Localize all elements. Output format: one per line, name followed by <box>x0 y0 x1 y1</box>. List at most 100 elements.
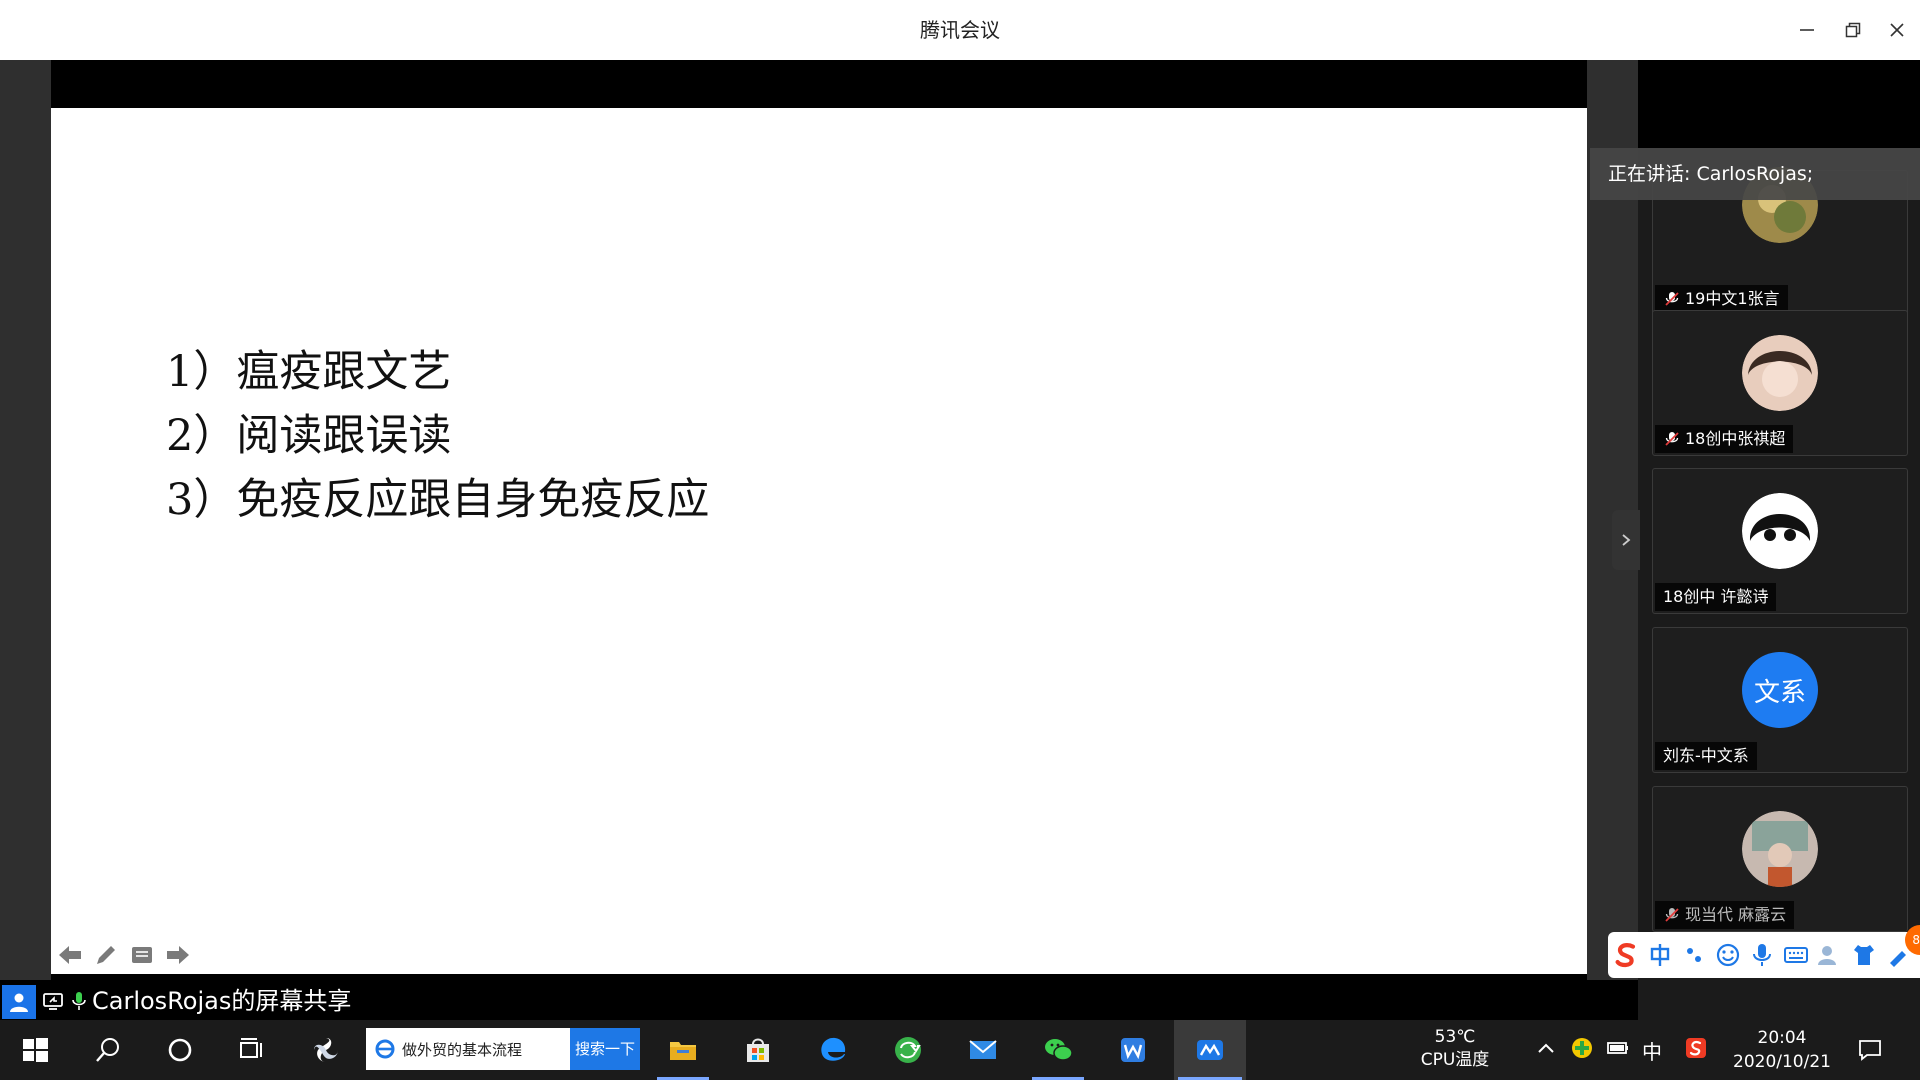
slide-top-bar <box>51 60 1587 108</box>
edge-logo-icon <box>821 1037 846 1061</box>
participant-label: 刘东-中文系 <box>1655 742 1757 770</box>
participant-tile[interactable]: 现当代 麻露云 <box>1652 786 1908 932</box>
participant-name: 刘东-中文系 <box>1663 746 1749 765</box>
mic-muted-icon <box>1665 432 1679 446</box>
arrow-left-icon <box>59 946 81 964</box>
share-label: CarlosRojas的屏幕共享 <box>92 987 352 1015</box>
participant-label: 18创中 许懿诗 <box>1655 583 1777 611</box>
wps-office-button[interactable] <box>1103 1020 1163 1080</box>
sync-app-button[interactable] <box>878 1020 938 1080</box>
presentation-slide: 1）瘟疫跟文艺 2）阅读跟误读 3）免疫反应跟自身免疫反应 <box>51 108 1587 974</box>
keyboard-icon[interactable] <box>1782 941 1810 969</box>
task-view-icon <box>240 1038 262 1058</box>
search-icon <box>96 1038 119 1062</box>
previous-slide-button[interactable] <box>55 940 85 970</box>
voice-input-icon[interactable] <box>1748 941 1776 969</box>
avatar-initials: 文系 <box>1753 677 1806 708</box>
punctuation-icon[interactable] <box>1680 941 1708 969</box>
taskbar-clock[interactable]: 20:04 2020/10/21 <box>1722 1026 1842 1074</box>
windows-logo-icon <box>23 1038 48 1062</box>
skin-shirt-icon[interactable] <box>1850 941 1878 969</box>
mail-button[interactable] <box>953 1020 1013 1080</box>
pen-tool-button[interactable] <box>91 940 121 970</box>
slide-toolbar <box>55 938 193 972</box>
shield-plus-icon <box>1572 1038 1592 1058</box>
sogou-tray-button[interactable] <box>1684 1036 1708 1060</box>
participant-label: 19中文1张言 <box>1655 285 1788 313</box>
taskbar-search-submit[interactable]: 搜索一下 <box>570 1028 640 1070</box>
clock-time: 20:04 <box>1757 1028 1807 1048</box>
ie-logo-icon <box>375 1039 395 1059</box>
tencent-meeting-button[interactable] <box>1174 1020 1246 1080</box>
battery-indicator[interactable] <box>1606 1036 1630 1060</box>
chevron-right-icon <box>1622 534 1631 546</box>
chevron-up-icon <box>1538 1043 1554 1053</box>
show-hidden-icons-button[interactable] <box>1534 1036 1558 1060</box>
restore-button[interactable] <box>1836 14 1870 46</box>
participant-tile[interactable]: 18创中 许懿诗 <box>1652 468 1908 614</box>
participant-name: 19中文1张言 <box>1685 289 1780 308</box>
avatar <box>1742 811 1818 887</box>
tencent-meeting-icon <box>1197 1040 1223 1060</box>
collapse-panel-button[interactable] <box>1612 510 1640 570</box>
emoji-icon[interactable] <box>1714 941 1742 969</box>
participant-tile[interactable]: 18创中张祺超 <box>1652 310 1908 456</box>
sharer-avatar[interactable] <box>2 985 36 1019</box>
tray-app-360[interactable] <box>1570 1036 1594 1060</box>
cortana-button[interactable] <box>150 1020 210 1080</box>
ime-toolbar <box>1608 932 1920 978</box>
file-explorer-button[interactable] <box>653 1020 713 1080</box>
cpu-temperature-widget[interactable]: 53℃ CPU温度 <box>1400 1026 1510 1072</box>
task-view-button[interactable] <box>222 1020 282 1080</box>
next-slide-button[interactable] <box>163 940 193 970</box>
start-button[interactable] <box>5 1020 65 1080</box>
search-button[interactable] <box>78 1020 138 1080</box>
slide-line-1: 1）瘟疫跟文艺 <box>166 347 452 397</box>
taskbar-search-query: 做外贸的基本流程 <box>402 1040 523 1059</box>
wechat-button[interactable] <box>1028 1020 1088 1080</box>
edge-browser-button[interactable] <box>803 1020 863 1080</box>
notification-icon <box>1859 1040 1881 1061</box>
close-button[interactable] <box>1880 14 1914 46</box>
participant-name: 现当代 麻露云 <box>1685 905 1787 924</box>
minimize-button[interactable] <box>1790 14 1824 46</box>
ime-mode-indicator[interactable]: 中 <box>1642 1036 1662 1065</box>
pen-icon <box>97 946 115 964</box>
mic-muted-icon <box>1665 908 1679 922</box>
participant-name: 18创中张祺超 <box>1685 429 1786 448</box>
microphone-icon <box>72 992 86 1010</box>
cortana-circle-icon <box>168 1038 192 1062</box>
ime-mode-text: 中 <box>1642 1040 1662 1064</box>
speaking-indicator: 正在讲话: CarlosRojas; <box>1590 148 1920 200</box>
folder-icon <box>670 1042 696 1060</box>
sync-app-icon <box>895 1037 921 1063</box>
slide-line-3: 3）免疫反应跟自身免疫反应 <box>166 475 710 525</box>
avatar <box>1742 493 1818 569</box>
pinned-app-swirl[interactable] <box>296 1020 356 1080</box>
mic-muted-icon <box>1665 292 1679 306</box>
shared-screen-area: 1）瘟疫跟文艺 2）阅读跟误读 3）免疫反应跟自身免疫反应 <box>0 60 1640 1020</box>
swirl-app-icon <box>314 1038 338 1062</box>
user-settings-icon[interactable] <box>1816 941 1844 969</box>
wechat-icon <box>1045 1039 1073 1061</box>
slide-line-2: 2）阅读跟误读 <box>166 411 452 461</box>
action-center-button[interactable] <box>1850 1034 1890 1066</box>
microsoft-store-button[interactable] <box>728 1020 788 1080</box>
cpu-temperature-value: 53℃ <box>1434 1027 1476 1047</box>
arrow-right-icon <box>167 946 189 964</box>
wps-writer-icon <box>1121 1038 1145 1062</box>
chinese-mode-icon[interactable] <box>1646 941 1674 969</box>
slide-menu-button[interactable] <box>127 940 157 970</box>
screen-share-icon <box>43 993 63 1010</box>
share-status-icons <box>42 990 90 1012</box>
clock-date: 2020/10/21 <box>1733 1052 1831 1072</box>
participant-tile[interactable]: 文系 刘东-中文系 <box>1652 627 1908 773</box>
sogou-logo-icon[interactable] <box>1612 941 1640 969</box>
close-icon <box>1890 23 1904 37</box>
taskbar-search-box[interactable]: 做外贸的基本流程 <box>366 1028 570 1070</box>
slide-content: 1）瘟疫跟文艺 2）阅读跟误读 3）免疫反应跟自身免疫反应 <box>166 340 709 532</box>
restore-icon <box>1845 22 1861 38</box>
title-bar: 腾讯会议 <box>0 0 1920 60</box>
battery-icon <box>1607 1042 1628 1054</box>
sogou-tray-icon <box>1686 1038 1706 1058</box>
